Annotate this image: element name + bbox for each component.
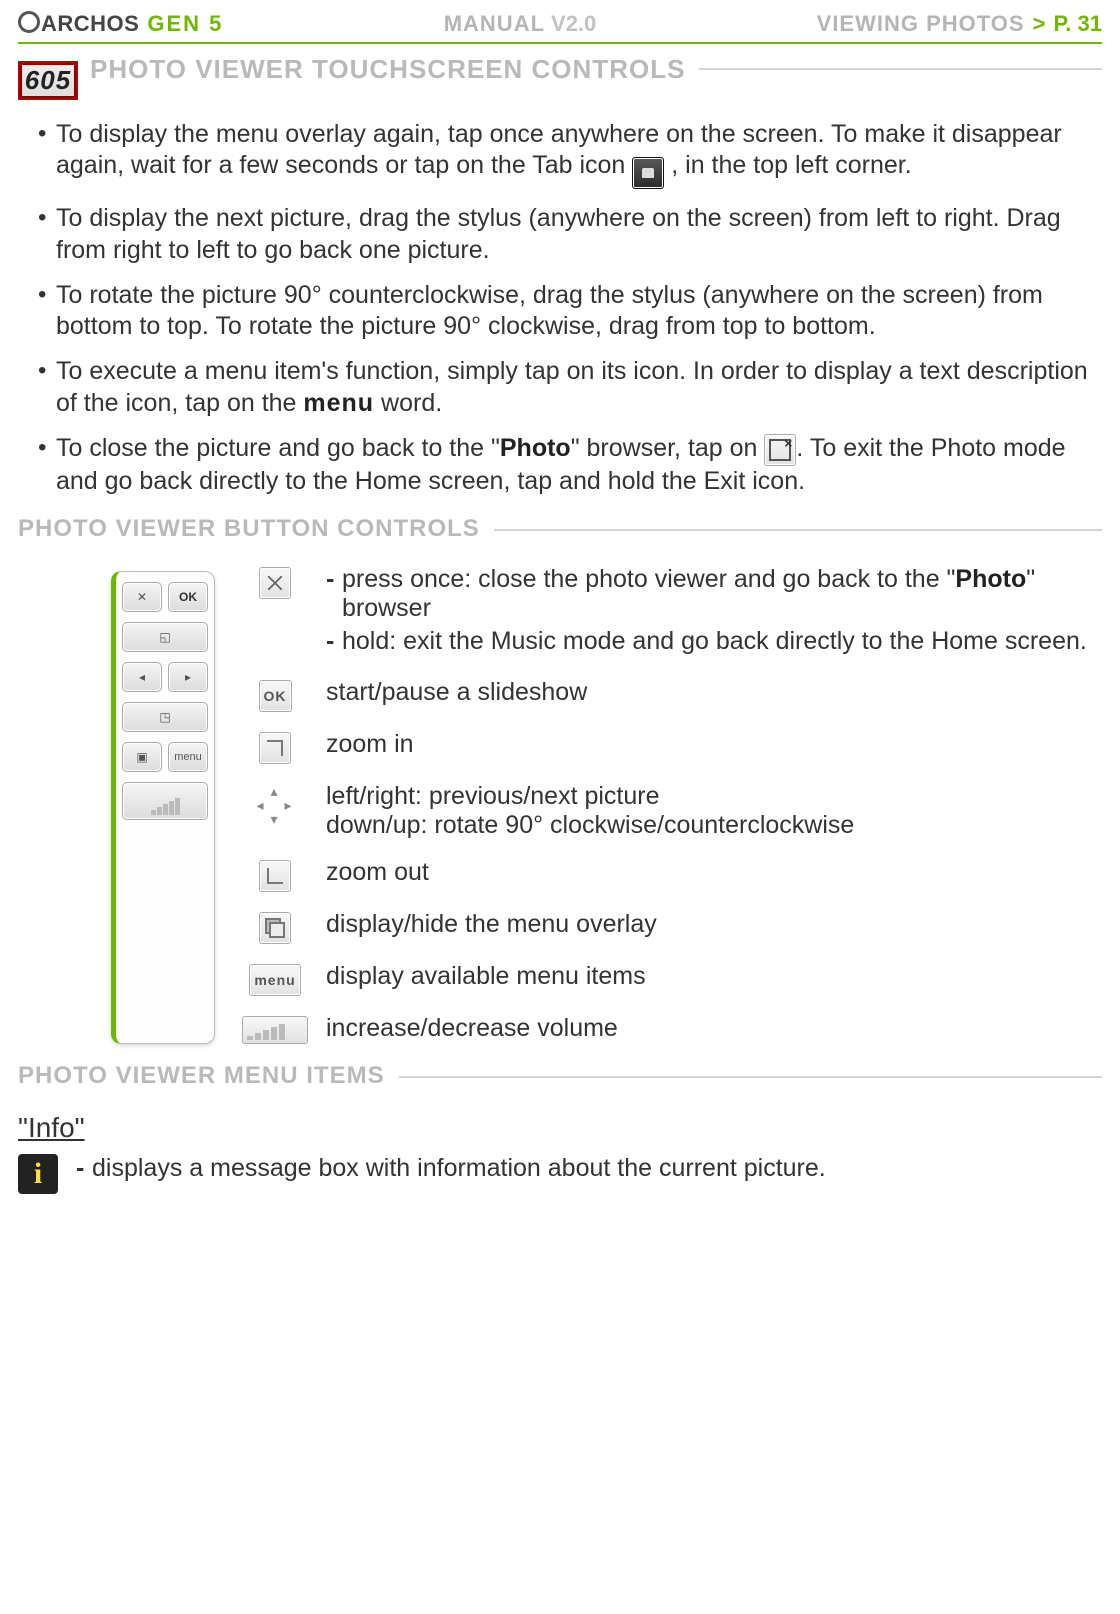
control-text: increase/decrease volume bbox=[326, 1014, 1102, 1043]
button-controls-block: ✕OK ◱ ◂▸ ◳ ▣menu press once: close the p… bbox=[18, 559, 1102, 1044]
bullet-text: To execute a menu item's function, simpl… bbox=[56, 357, 1088, 416]
ok-button-icon: OK bbox=[259, 680, 292, 712]
control-row-close: press once: close the photo viewer and g… bbox=[242, 565, 1102, 660]
control-text: zoom in bbox=[326, 730, 1102, 759]
brand-text: ARCHOS bbox=[41, 11, 139, 36]
photo-bold: Photo bbox=[500, 434, 571, 462]
control-text: start/pause a slideshow bbox=[326, 678, 1102, 707]
device-side-buttons-illustration: ✕OK ◱ ◂▸ ◳ ▣menu bbox=[111, 571, 215, 1044]
section-title: PHOTO VIEWER MENU ITEMS bbox=[18, 1062, 399, 1090]
gen-label: GEN 5 bbox=[147, 11, 223, 37]
zoom-in-button-icon bbox=[259, 732, 291, 764]
section-menu-items-head: PHOTO VIEWER MENU ITEMS bbox=[18, 1076, 1102, 1106]
button-controls-list: press once: close the photo viewer and g… bbox=[242, 565, 1102, 1044]
control-row-zoom-out: zoom out bbox=[242, 858, 1102, 892]
control-row-ok: OK start/pause a slideshow bbox=[242, 678, 1102, 712]
exit-icon bbox=[764, 434, 796, 466]
menu-button-icon: menu bbox=[249, 964, 300, 996]
section-touchscreen-controls-head: 605 PHOTO VIEWER TOUCHSCREEN CONTROLS bbox=[18, 60, 1102, 101]
device-zoom-in-button-icon: ◱ bbox=[122, 622, 208, 652]
bullet-item: To close the picture and go back to the … bbox=[38, 433, 1092, 497]
menu-word-icon: menu bbox=[303, 389, 374, 417]
menu-item-info-label: "Info" bbox=[18, 1112, 1102, 1144]
info-icon bbox=[18, 1154, 58, 1194]
bullet-item: To display the menu overlay again, tap o… bbox=[38, 119, 1092, 189]
device-right-button-icon: ▸ bbox=[168, 662, 208, 692]
manual-label: MANUAL bbox=[444, 11, 545, 37]
overlay-toggle-button-icon bbox=[259, 912, 291, 944]
close-button-icon bbox=[259, 567, 291, 599]
bullet-text: , in the top left corner. bbox=[671, 151, 911, 179]
section-button-controls-head: PHOTO VIEWER BUTTON CONTROLS bbox=[18, 529, 1102, 559]
control-text: left/right: previous/next picture bbox=[326, 782, 1102, 811]
section-title: PHOTO VIEWER BUTTON CONTROLS bbox=[18, 515, 494, 543]
zoom-out-button-icon bbox=[259, 860, 291, 892]
section-title: PHOTO VIEWER TOUCHSCREEN CONTROLS bbox=[90, 54, 699, 85]
touchscreen-bullet-list: To display the menu overlay again, tap o… bbox=[18, 119, 1102, 497]
bullet-text: To rotate the picture 90° counterclockwi… bbox=[56, 281, 1043, 340]
breadcrumb-chevron-icon: > bbox=[1033, 11, 1046, 37]
bullet-item: To rotate the picture 90° counterclockwi… bbox=[38, 280, 1092, 343]
bullet-text: " browser, tap on bbox=[571, 434, 765, 462]
page-number: P. 31 bbox=[1053, 11, 1102, 37]
control-row-menu: menu display available menu items bbox=[242, 962, 1102, 996]
device-overlay-button-icon: ▣ bbox=[122, 742, 162, 772]
header-bar: ARCHOS GEN 5 MANUAL V2.0 VIEWING PHOTOS … bbox=[18, 0, 1102, 42]
control-text: display/hide the menu overlay bbox=[326, 910, 1102, 939]
section-name: VIEWING PHOTOS bbox=[817, 11, 1025, 37]
tab-icon bbox=[632, 157, 664, 189]
control-text: zoom out bbox=[326, 858, 1102, 887]
device-close-button-icon: ✕ bbox=[122, 582, 162, 612]
control-text: hold: exit the Music mode and go back di… bbox=[326, 627, 1102, 656]
device-ok-button-icon: OK bbox=[168, 582, 208, 612]
control-row-overlay: display/hide the menu overlay bbox=[242, 910, 1102, 944]
control-row-volume: increase/decrease volume bbox=[242, 1014, 1102, 1044]
control-row-zoom-in: zoom in bbox=[242, 730, 1102, 764]
bullet-item: To execute a menu item's function, simpl… bbox=[38, 356, 1092, 419]
bullet-text: word. bbox=[381, 389, 442, 417]
control-text: display available menu items bbox=[326, 962, 1102, 991]
control-text: press once: close the photo viewer and g… bbox=[326, 565, 1102, 623]
control-text: down/up: rotate 90° clockwise/counterclo… bbox=[326, 811, 1102, 840]
menu-item-info-row: displays a message box with information … bbox=[18, 1154, 1102, 1194]
dpad-arrows-icon: ▴ ◂▸ ▾ bbox=[253, 784, 297, 828]
device-zoom-out-button-icon: ◳ bbox=[122, 702, 208, 732]
bullet-text: To display the next picture, drag the st… bbox=[56, 204, 1061, 263]
header-rule bbox=[18, 42, 1102, 44]
device-left-button-icon: ◂ bbox=[122, 662, 162, 692]
bullet-text: To close the picture and go back to the … bbox=[56, 434, 500, 462]
device-menu-button-icon: menu bbox=[168, 742, 208, 772]
control-row-arrows: ▴ ◂▸ ▾ left/right: previous/next picture… bbox=[242, 782, 1102, 840]
menu-item-info-text: displays a message box with information … bbox=[76, 1154, 1102, 1183]
bullet-item: To display the next picture, drag the st… bbox=[38, 203, 1092, 266]
device-volume-button-icon bbox=[122, 782, 208, 820]
manual-version: V2.0 bbox=[551, 11, 596, 37]
brand-logo: ARCHOS bbox=[18, 11, 139, 37]
model-badge: 605 bbox=[18, 61, 78, 100]
volume-button-icon bbox=[242, 1016, 308, 1044]
